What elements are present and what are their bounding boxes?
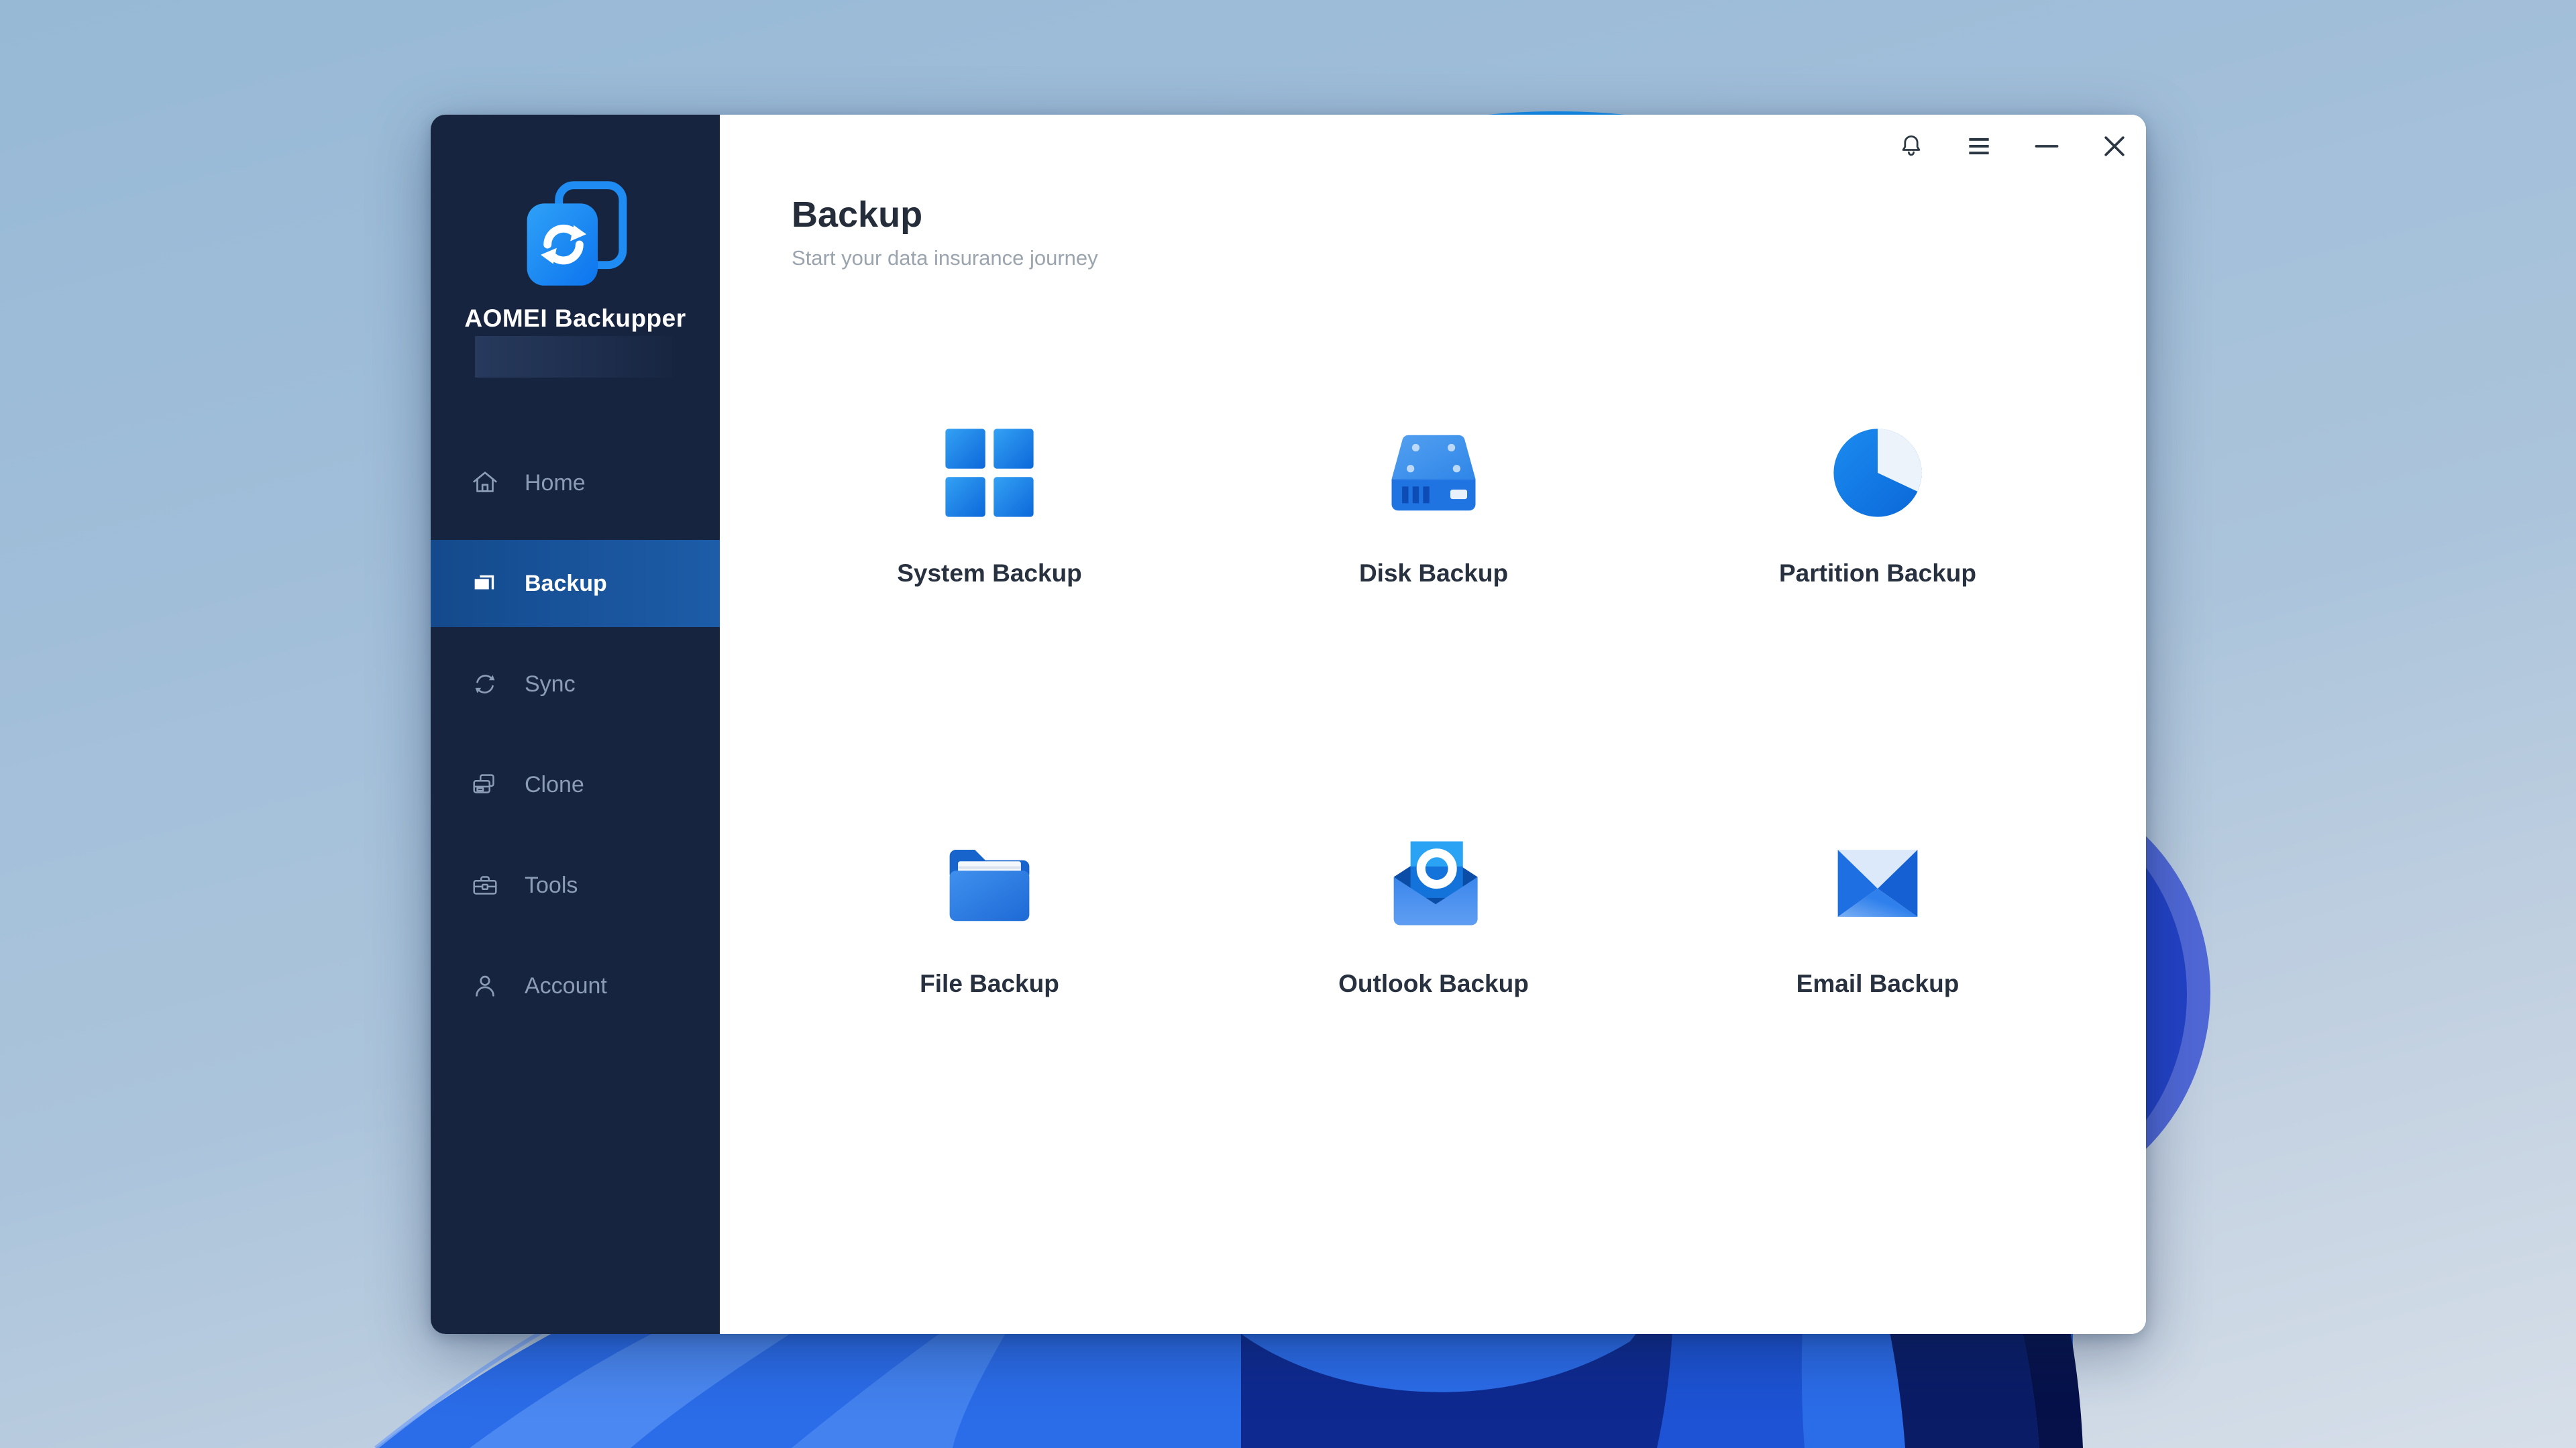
outlook-backup-icon (1383, 833, 1484, 934)
tile-label: Email Backup (1796, 970, 1960, 997)
sidebar-item-tools[interactable]: Tools (431, 842, 720, 929)
tile-label: Disk Backup (1358, 559, 1509, 587)
app-name: AOMEI Backupper (464, 304, 686, 332)
close-button close-icon[interactable] (2100, 131, 2129, 161)
page-header: Backup Start your data insurance journey (792, 194, 1098, 270)
aomei-backupper-window: AOMEI Backupper Home Backup Sync Clone T… (431, 115, 2146, 1334)
tile-system-backup[interactable]: System Backup (767, 423, 1212, 588)
account-icon (470, 970, 500, 1001)
minimize-button minimize-icon[interactable] (2032, 131, 2061, 161)
sidebar-nav: Home Backup Sync Clone Tools Account (431, 439, 720, 1043)
sidebar-item-backup[interactable]: Backup (431, 540, 720, 627)
disk-backup-icon (1383, 423, 1484, 523)
sidebar-item-label: Account (525, 972, 607, 999)
main-content: Backup Start your data insurance journey… (720, 115, 2146, 1334)
sidebar-item-sync[interactable]: Sync (431, 641, 720, 728)
tile-label: Outlook Backup (1338, 970, 1529, 997)
sidebar: AOMEI Backupper Home Backup Sync Clone T… (431, 115, 720, 1334)
tile-label: System Backup (897, 559, 1082, 587)
menu-button hamburger-menu-icon[interactable] (1964, 131, 1994, 161)
sync-icon (470, 669, 500, 700)
tile-label: Partition Backup (1779, 559, 1976, 587)
sidebar-item-label: Sync (525, 671, 576, 697)
sidebar-item-label: Tools (525, 872, 578, 898)
sidebar-item-label: Backup (525, 570, 607, 596)
tile-disk-backup[interactable]: Disk Backup (1212, 423, 1656, 588)
tile-outlook-backup[interactable]: Outlook Backup (1212, 833, 1656, 998)
file-backup-icon (939, 833, 1040, 934)
tile-label: File Backup (920, 970, 1059, 997)
sidebar-item-account[interactable]: Account (431, 942, 720, 1029)
sidebar-banner (475, 336, 672, 378)
partition-backup-icon (1827, 423, 1928, 523)
sidebar-item-label: Clone (525, 771, 584, 797)
system-backup-icon (939, 423, 1040, 523)
clone-icon (470, 769, 500, 800)
sidebar-item-home[interactable]: Home (431, 439, 720, 526)
tile-partition-backup[interactable]: Partition Backup (1656, 423, 2100, 588)
tools-icon (470, 870, 500, 901)
sidebar-item-label: Home (525, 469, 586, 496)
tile-file-backup[interactable]: File Backup (767, 833, 1212, 998)
backup-icon (470, 568, 500, 599)
tile-email-backup[interactable]: Email Backup (1656, 833, 2100, 998)
sidebar-item-clone[interactable]: Clone (431, 741, 720, 828)
email-backup-icon (1827, 833, 1928, 934)
titlebar-controls (1896, 131, 2129, 161)
app-logo sync-arrows-logo-icon (518, 178, 632, 292)
home-icon (470, 467, 500, 498)
notifications-button bell-icon[interactable] (1896, 131, 1926, 161)
page-subtitle: Start your data insurance journey (792, 246, 1098, 270)
page-title: Backup (792, 194, 923, 235)
